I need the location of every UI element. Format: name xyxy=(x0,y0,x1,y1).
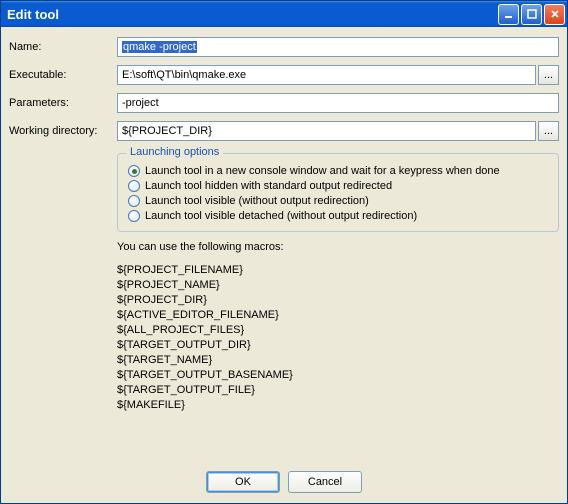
close-button[interactable] xyxy=(544,4,565,25)
dialog-window: Edit tool Name: qmake -project Executabl… xyxy=(0,0,568,504)
label-parameters: Parameters: xyxy=(9,97,117,109)
macro-item: ${TARGET_NAME} xyxy=(117,353,559,368)
radio-option-0[interactable]: Launch tool in a new console window and … xyxy=(128,165,548,177)
macro-item: ${TARGET_OUTPUT_FILE} xyxy=(117,383,559,398)
row-name: Name: qmake -project xyxy=(9,37,559,57)
row-workdir: Working directory: ${PROJECT_DIR} ... xyxy=(9,121,559,141)
radio-label: Launch tool in a new console window and … xyxy=(145,165,500,177)
executable-input[interactable]: E:\soft\QT\bin\qmake.exe xyxy=(117,65,536,85)
ok-button[interactable]: OK xyxy=(206,471,280,493)
radio-icon xyxy=(128,195,140,207)
radio-label: Launch tool visible detached (without ou… xyxy=(145,210,417,222)
titlebar[interactable]: Edit tool xyxy=(1,1,567,27)
macro-item: ${PROJECT_FILENAME} xyxy=(117,263,559,278)
radio-option-3[interactable]: Launch tool visible detached (without ou… xyxy=(128,210,548,222)
radio-option-2[interactable]: Launch tool visible (without output redi… xyxy=(128,195,548,207)
dialog-buttons: OK Cancel xyxy=(9,465,559,497)
radio-icon xyxy=(128,180,140,192)
label-name: Name: xyxy=(9,41,117,53)
radio-label: Launch tool hidden with standard output … xyxy=(145,180,392,192)
minimize-button[interactable] xyxy=(498,4,519,25)
maximize-button[interactable] xyxy=(521,4,542,25)
row-parameters: Parameters: -project xyxy=(9,93,559,113)
macro-item: ${PROJECT_NAME} xyxy=(117,278,559,293)
macros-block: You can use the following macros: ${PROJ… xyxy=(117,240,559,413)
launching-options-legend: Launching options xyxy=(126,146,223,158)
label-workdir: Working directory: xyxy=(9,125,117,137)
radio-option-1[interactable]: Launch tool hidden with standard output … xyxy=(128,180,548,192)
radio-icon xyxy=(128,210,140,222)
macro-item: ${ACTIVE_EDITOR_FILENAME} xyxy=(117,308,559,323)
launching-options-group: Launching options Launch tool in a new c… xyxy=(117,153,559,232)
radio-label: Launch tool visible (without output redi… xyxy=(145,195,369,207)
client-area: Name: qmake -project Executable: E:\soft… xyxy=(1,27,567,503)
macro-item: ${PROJECT_DIR} xyxy=(117,293,559,308)
browse-executable-button[interactable]: ... xyxy=(538,65,559,85)
macro-item: ${ALL_PROJECT_FILES} xyxy=(117,323,559,338)
window-buttons xyxy=(498,4,565,25)
macros-intro: You can use the following macros: xyxy=(117,240,559,255)
radio-icon xyxy=(128,165,140,177)
browse-workdir-button[interactable]: ... xyxy=(538,121,559,141)
macro-item: ${TARGET_OUTPUT_DIR} xyxy=(117,338,559,353)
parameters-input[interactable]: -project xyxy=(117,93,559,113)
workdir-input[interactable]: ${PROJECT_DIR} xyxy=(117,121,536,141)
macro-item: ${TARGET_OUTPUT_BASENAME} xyxy=(117,368,559,383)
macro-item: ${MAKEFILE} xyxy=(117,398,559,413)
window-title: Edit tool xyxy=(7,7,498,22)
name-input[interactable]: qmake -project xyxy=(117,37,559,57)
cancel-button[interactable]: Cancel xyxy=(288,471,362,493)
label-executable: Executable: xyxy=(9,69,117,81)
row-executable: Executable: E:\soft\QT\bin\qmake.exe ... xyxy=(9,65,559,85)
